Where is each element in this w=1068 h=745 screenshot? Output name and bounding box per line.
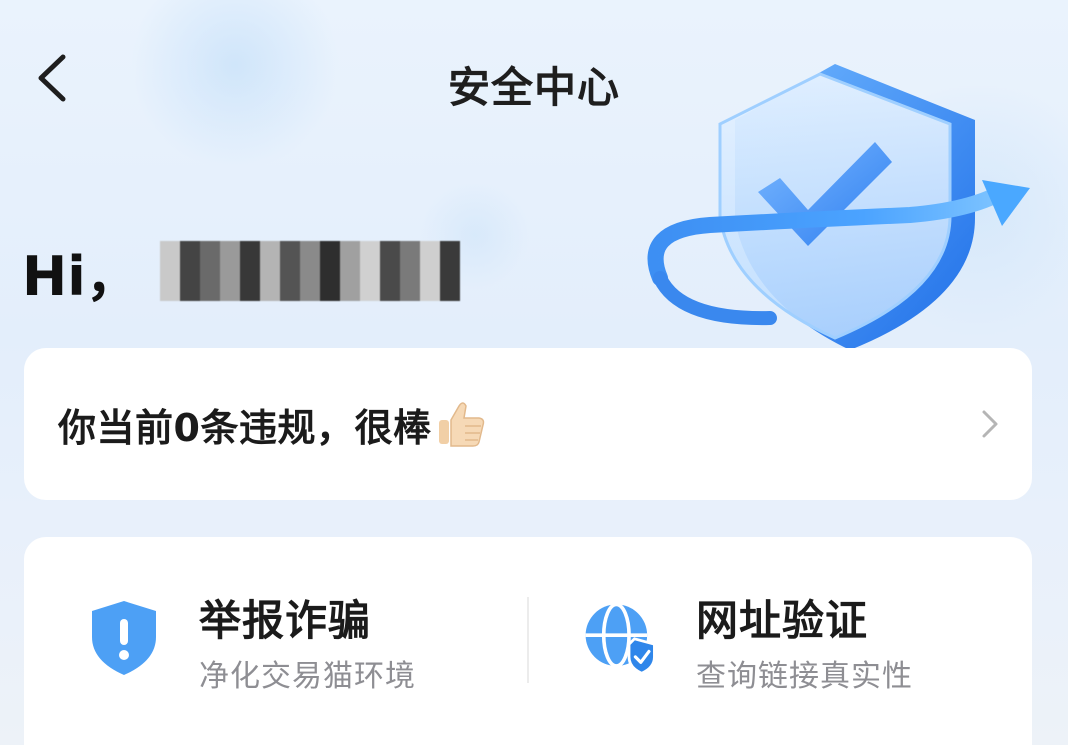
feature-url-verify[interactable]: 网址验证 查询链接真实性 <box>528 537 1032 745</box>
feature-subtitle: 查询链接真实性 <box>696 659 913 694</box>
feature-card: 举报诈骗 净化交易猫环境 网址验证 查询链接真实性 <box>24 537 1032 745</box>
feature-title: 网址验证 <box>696 596 869 645</box>
violation-status-text: 你当前0条违规，很棒 <box>58 405 432 450</box>
feature-subtitle: 净化交易猫环境 <box>199 659 416 694</box>
violation-status-row[interactable]: 你当前0条违规，很棒 <box>24 348 1032 500</box>
feature-report-fraud[interactable]: 举报诈骗 净化交易猫环境 <box>24 537 528 745</box>
thumbs-up-icon <box>439 402 485 447</box>
greeting-hi: Hi， <box>22 244 140 308</box>
chevron-right-icon <box>982 410 998 438</box>
username-pixelated <box>159 241 460 301</box>
security-shield-illustration <box>647 64 1030 350</box>
globe-check-icon <box>585 602 656 675</box>
shield-alert-icon <box>92 601 156 675</box>
feature-title: 举报诈骗 <box>199 596 372 645</box>
greeting: Hi， <box>22 236 460 308</box>
